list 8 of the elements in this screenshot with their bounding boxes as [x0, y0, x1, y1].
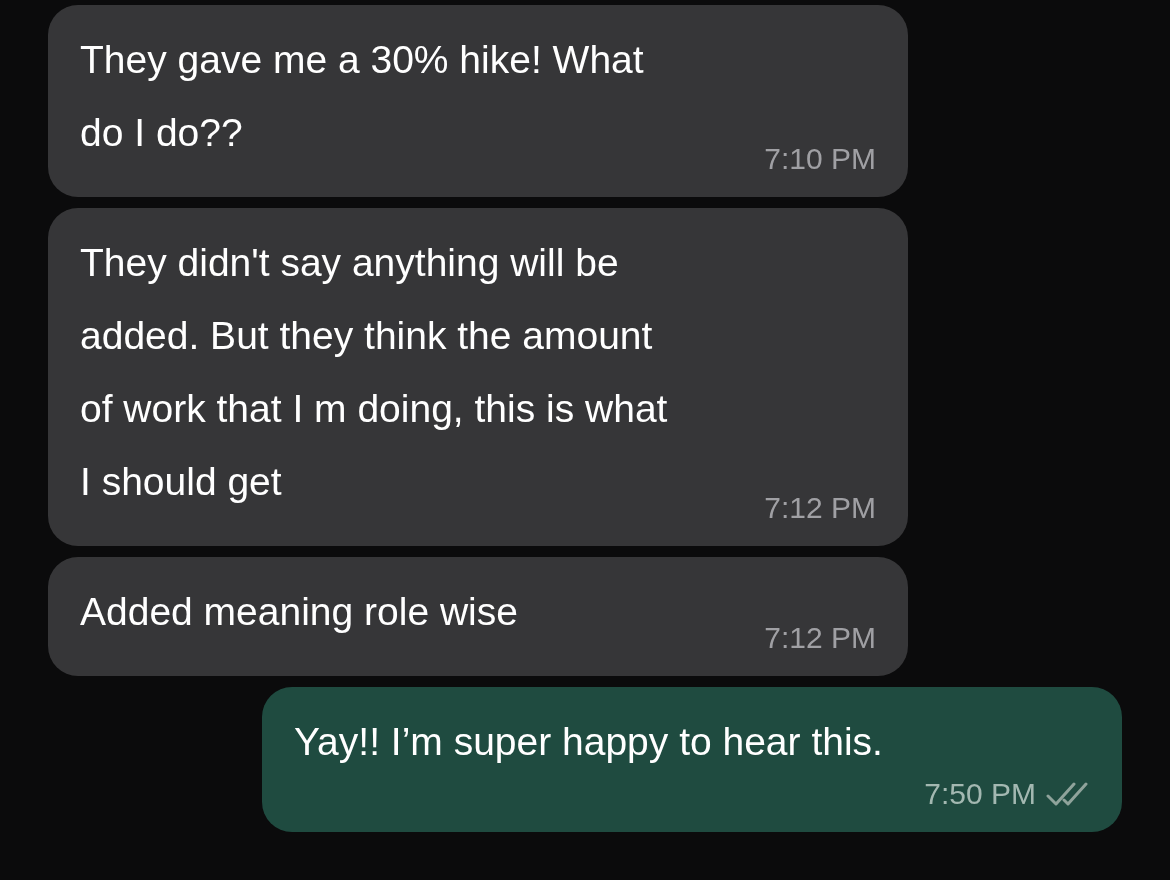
- message-text: They gave me a 30% hike! What do I do??: [80, 37, 644, 156]
- message-time: 7:10 PM: [764, 142, 876, 176]
- message-time: 7:12 PM: [764, 491, 876, 525]
- message-time: 7:50 PM: [924, 777, 1036, 811]
- message-text: Added meaning role wise: [80, 589, 518, 635]
- message-text: They didn't say anything will be added. But they think the amount of work that I m doing, this is what I should get: [80, 240, 668, 505]
- message-time: 7:12 PM: [764, 621, 876, 655]
- message-text: Yay!! I’m super happy to hear this.: [294, 719, 883, 765]
